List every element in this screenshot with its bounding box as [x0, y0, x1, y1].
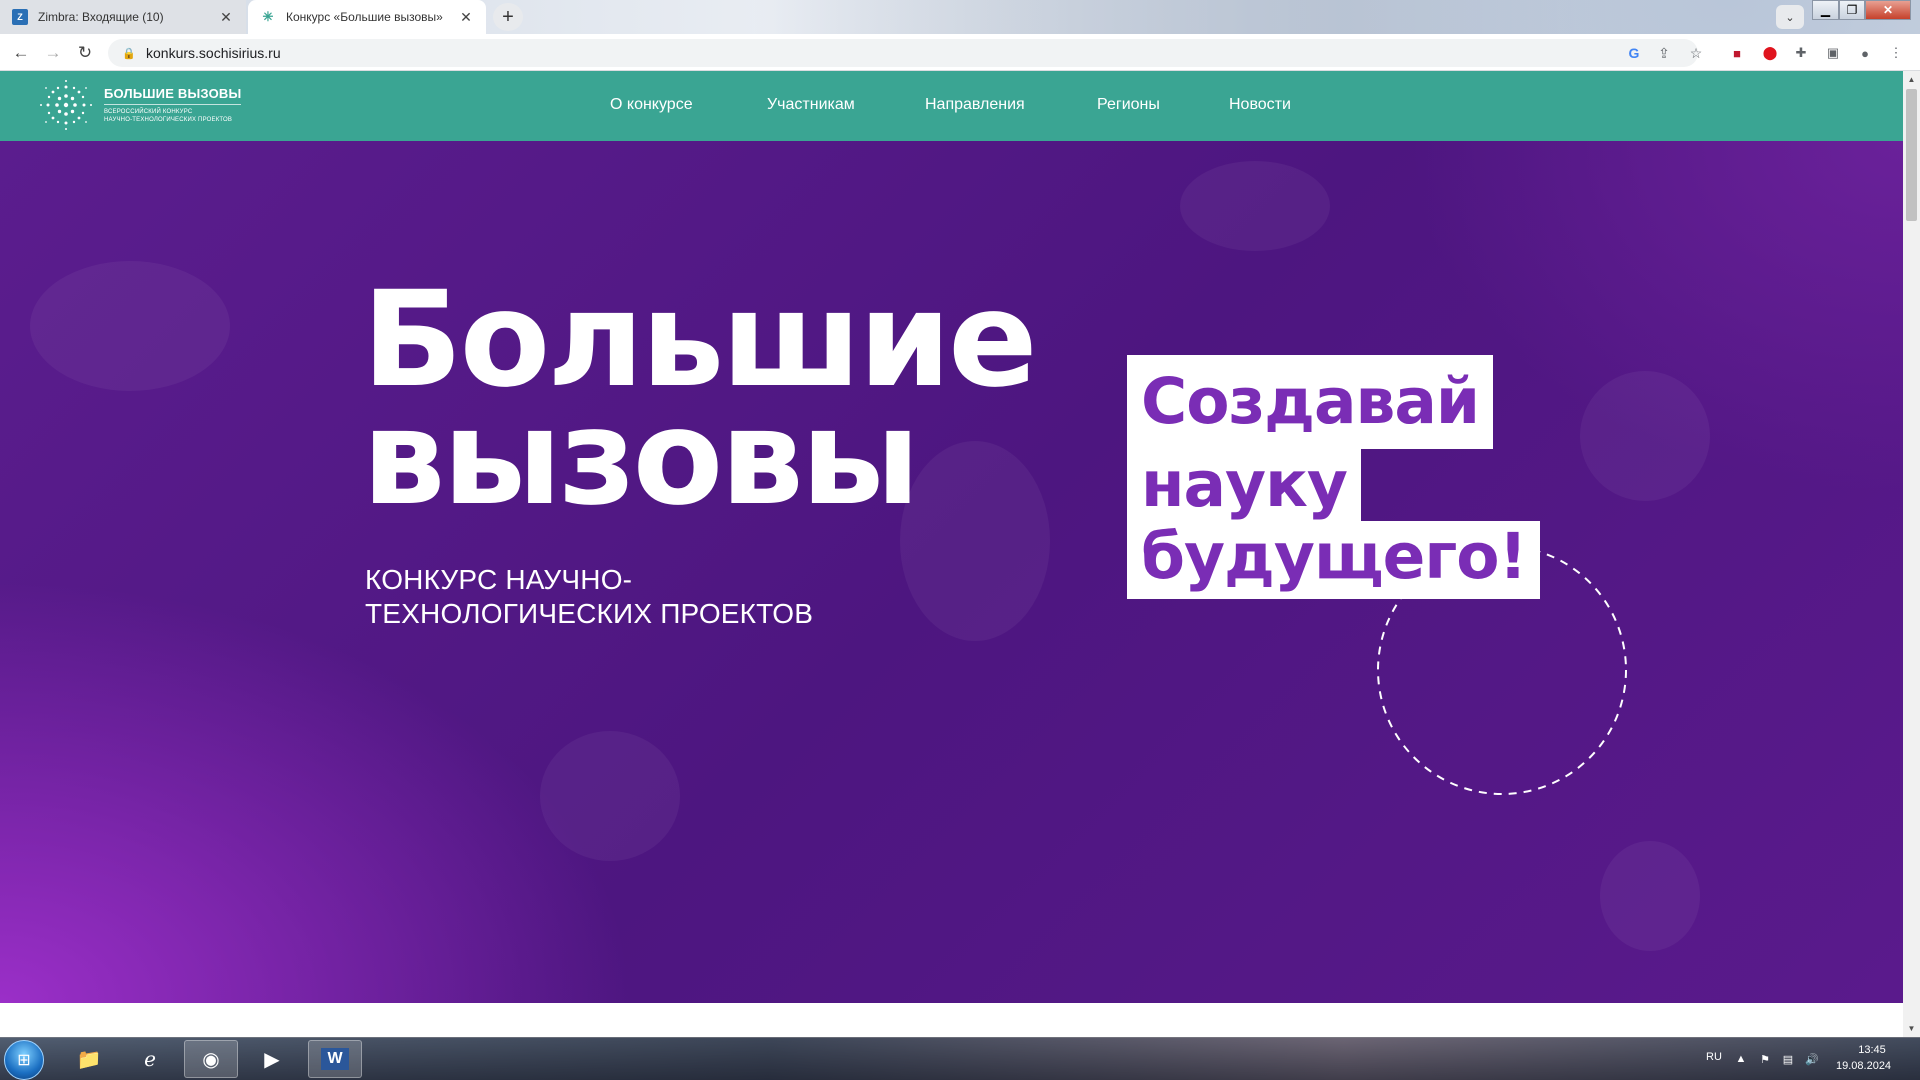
maximize-button[interactable]: ❐ [1839, 0, 1865, 20]
new-tab-button[interactable]: + [493, 3, 523, 31]
google-translate-icon[interactable]: G [1622, 39, 1646, 67]
profile-icon[interactable]: ● [1855, 43, 1875, 63]
decorative-shape [1600, 841, 1700, 951]
scroll-thumb[interactable] [1906, 89, 1917, 221]
zimbra-icon: Z [12, 9, 28, 25]
hero-section: Большие вызовы КОНКУРС НАУЧНО- ТЕХНОЛОГИ… [0, 141, 1903, 1003]
clock-time[interactable]: 13:45 [1852, 1044, 1892, 1056]
start-button[interactable]: ⊞ [4, 1040, 44, 1080]
cta-line1: Создавай [1127, 355, 1494, 449]
forward-button[interactable]: → [40, 40, 66, 66]
cta-line3: будущего! [1127, 521, 1541, 599]
hero-subtitle: КОНКУРС НАУЧНО- ТЕХНОЛОГИЧЕСКИХ ПРОЕКТОВ [365, 563, 813, 631]
bookmark-star-icon[interactable]: ☆ [1684, 39, 1708, 67]
hero-title: Большие вызовы [362, 274, 1038, 524]
tab-title: Zimbra: Входящие (10) [38, 10, 164, 24]
network-icon[interactable]: ▤ [1780, 1051, 1796, 1067]
page-scrollbar[interactable]: ▲ ▼ [1903, 71, 1920, 1037]
reload-button[interactable]: ↻ [72, 40, 98, 66]
close-icon[interactable]: ✕ [458, 9, 474, 25]
minimize-button[interactable]: ▁ [1812, 0, 1839, 20]
hero-subtitle-line1: КОНКУРС НАУЧНО- [365, 564, 633, 595]
chrome-taskbar-button[interactable]: ◉ [184, 1040, 238, 1078]
extension-icon[interactable]: ■ [1727, 43, 1747, 63]
decorative-shape [30, 261, 230, 391]
scroll-up-arrow-icon[interactable]: ▲ [1903, 71, 1920, 88]
opera-icon[interactable]: ⬤ [1760, 43, 1780, 63]
show-hidden-icons-icon[interactable]: ▲ [1733, 1051, 1749, 1067]
decorative-shape [1180, 161, 1330, 251]
logo-title: БОЛЬШИЕ ВЫЗОВЫ [104, 86, 242, 105]
next-section [0, 1003, 1903, 1037]
volume-icon[interactable]: 🔊 [1804, 1051, 1820, 1067]
explorer-taskbar-button[interactable]: 📁 [62, 1040, 116, 1078]
language-indicator[interactable]: RU [1706, 1051, 1722, 1063]
extensions-puzzle-icon[interactable]: ✚ [1791, 43, 1811, 63]
browser-toolbar: ← → ↻ 🔒 konkurs.sochisirius.ru G ⇪ ☆ ■ ⬤… [0, 34, 1920, 71]
tab-title: Конкурс «Большие вызовы» [286, 10, 443, 24]
nav-about[interactable]: О конкурсе [610, 96, 693, 114]
action-center-flag-icon[interactable]: ⚑ [1757, 1051, 1773, 1067]
site-header: БОЛЬШИЕ ВЫЗОВЫ ВСЕРОССИЙСКИЙ КОНКУРС НАУ… [0, 71, 1903, 141]
nav-news[interactable]: Новости [1229, 96, 1291, 114]
side-panel-icon[interactable]: ▣ [1823, 43, 1843, 63]
decorative-shape [1580, 371, 1710, 501]
close-window-button[interactable]: ✕ [1865, 0, 1911, 20]
back-button[interactable]: ← [8, 40, 34, 66]
snowflake-icon: ✳ [262, 9, 274, 24]
clock-date[interactable]: 19.08.2024 [1836, 1060, 1891, 1072]
page-viewport: БОЛЬШИЕ ВЫЗОВЫ ВСЕРОССИЙСКИЙ КОНКУРС НАУ… [0, 71, 1903, 1037]
close-icon[interactable]: ✕ [218, 9, 234, 25]
tab-strip: Z Zimbra: Входящие (10) ✕ ✳ Конкурс «Бол… [0, 0, 1920, 34]
word-taskbar-button[interactable]: W [308, 1040, 362, 1078]
lock-icon: 🔒 [122, 47, 136, 60]
tab-konkurs[interactable]: ✳ Конкурс «Большие вызовы» ✕ [248, 0, 486, 34]
hero-subtitle-line2: ТЕХНОЛОГИЧЕСКИХ ПРОЕКТОВ [365, 598, 814, 629]
media-player-taskbar-button[interactable]: ▶ [245, 1040, 299, 1078]
nav-regions[interactable]: Регионы [1097, 96, 1160, 114]
url-text: konkurs.sochisirius.ru [146, 45, 281, 61]
windows-taskbar: ⊞ 📁 ℯ ◉ ▶ W RU ▲ ⚑ ▤ 🔊 13:45 19.08.2024 [0, 1037, 1920, 1080]
menu-kebab-icon[interactable]: ⋮ [1886, 43, 1906, 63]
share-icon[interactable]: ⇪ [1652, 39, 1676, 67]
cta-line2: науку [1127, 449, 1361, 521]
nav-directions[interactable]: Направления [925, 96, 1025, 114]
scroll-down-arrow-icon[interactable]: ▼ [1903, 1020, 1920, 1037]
logo-dots-icon [40, 80, 92, 130]
tab-zimbra[interactable]: Z Zimbra: Входящие (10) ✕ [0, 0, 246, 34]
logo-subtitle-line1: ВСЕРОССИЙСКИЙ КОНКУРС [104, 109, 193, 115]
tab-search-button[interactable]: ⌄ [1776, 5, 1804, 29]
nav-participants[interactable]: Участникам [767, 96, 855, 114]
decorative-shape [540, 731, 680, 861]
internet-explorer-taskbar-button[interactable]: ℯ [123, 1040, 177, 1078]
address-bar[interactable]: 🔒 konkurs.sochisirius.ru G ⇪ ☆ [108, 39, 1702, 67]
logo-text: БОЛЬШИЕ ВЫЗОВЫ ВСЕРОССИЙСКИЙ КОНКУРС НАУ… [104, 86, 242, 124]
logo-subtitle-line2: НАУЧНО-ТЕХНОЛОГИЧЕСКИХ ПРОЕКТОВ [104, 117, 233, 123]
site-logo[interactable]: БОЛЬШИЕ ВЫЗОВЫ ВСЕРОССИЙСКИЙ КОНКУРС НАУ… [38, 79, 248, 131]
